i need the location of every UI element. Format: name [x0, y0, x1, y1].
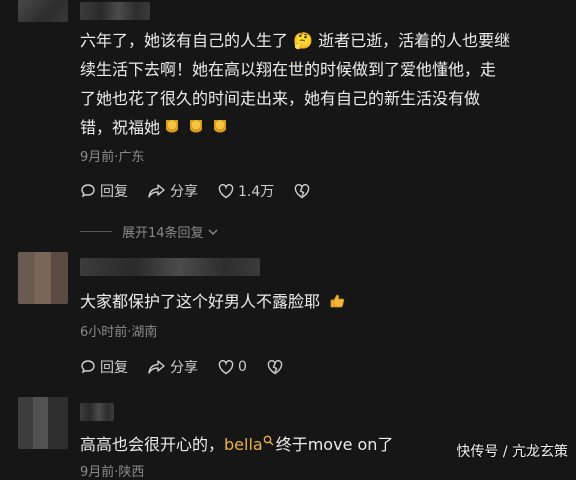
- reply-button[interactable]: 回复: [80, 357, 128, 377]
- pray-emoji-icon: [214, 120, 227, 134]
- comment-actions: 回复 分享 1.4万: [80, 181, 334, 201]
- divider-line: [80, 231, 112, 232]
- reply-icon: [81, 360, 95, 374]
- share-icon: [148, 360, 165, 374]
- avatar[interactable]: [18, 0, 68, 22]
- avatar[interactable]: [18, 252, 68, 304]
- thumbs-up-emoji-icon: [330, 294, 345, 308]
- expand-replies-button[interactable]: 展开14条回复: [80, 222, 219, 241]
- username-blurred[interactable]: [80, 258, 260, 276]
- heart-icon: [218, 359, 234, 374]
- comment-meta: 9月前·陕西: [80, 465, 145, 480]
- reply-button[interactable]: 回复: [80, 181, 128, 201]
- like-button[interactable]: 1.4万: [218, 181, 274, 201]
- comment-meta: 6小时前·湖南: [80, 325, 158, 340]
- pray-emoji-icon: [166, 120, 179, 134]
- comment-actions: 回复 分享 0: [80, 357, 307, 377]
- heart-icon: [218, 183, 234, 198]
- dislike-button[interactable]: [294, 183, 314, 199]
- mention-link[interactable]: bella: [224, 435, 263, 454]
- pray-emoji-icon: [190, 120, 203, 134]
- reply-icon: [81, 184, 95, 198]
- watermark: 快传号 / 亢龙玄策: [456, 444, 568, 460]
- search-icon: [263, 435, 274, 446]
- broken-heart-icon: [294, 183, 310, 198]
- comment-text: 大家都保护了这个好男人不露脸耶: [80, 287, 560, 316]
- dislike-button[interactable]: [267, 359, 287, 375]
- chevron-down-icon: [208, 229, 218, 235]
- share-button[interactable]: 分享: [148, 357, 198, 377]
- avatar[interactable]: [18, 397, 68, 449]
- share-icon: [148, 184, 165, 198]
- share-button[interactable]: 分享: [148, 181, 198, 201]
- like-button[interactable]: 0: [218, 359, 247, 375]
- username-blurred[interactable]: [80, 2, 150, 20]
- comment-meta: 9月前·广东: [80, 150, 145, 165]
- comment-text: 六年了，她该有自己的人生了 🤔 逝者已逝，活着的人也要继 续生活下去啊！她在高以…: [80, 31, 511, 137]
- broken-heart-icon: [267, 359, 283, 374]
- username-blurred[interactable]: [80, 403, 114, 421]
